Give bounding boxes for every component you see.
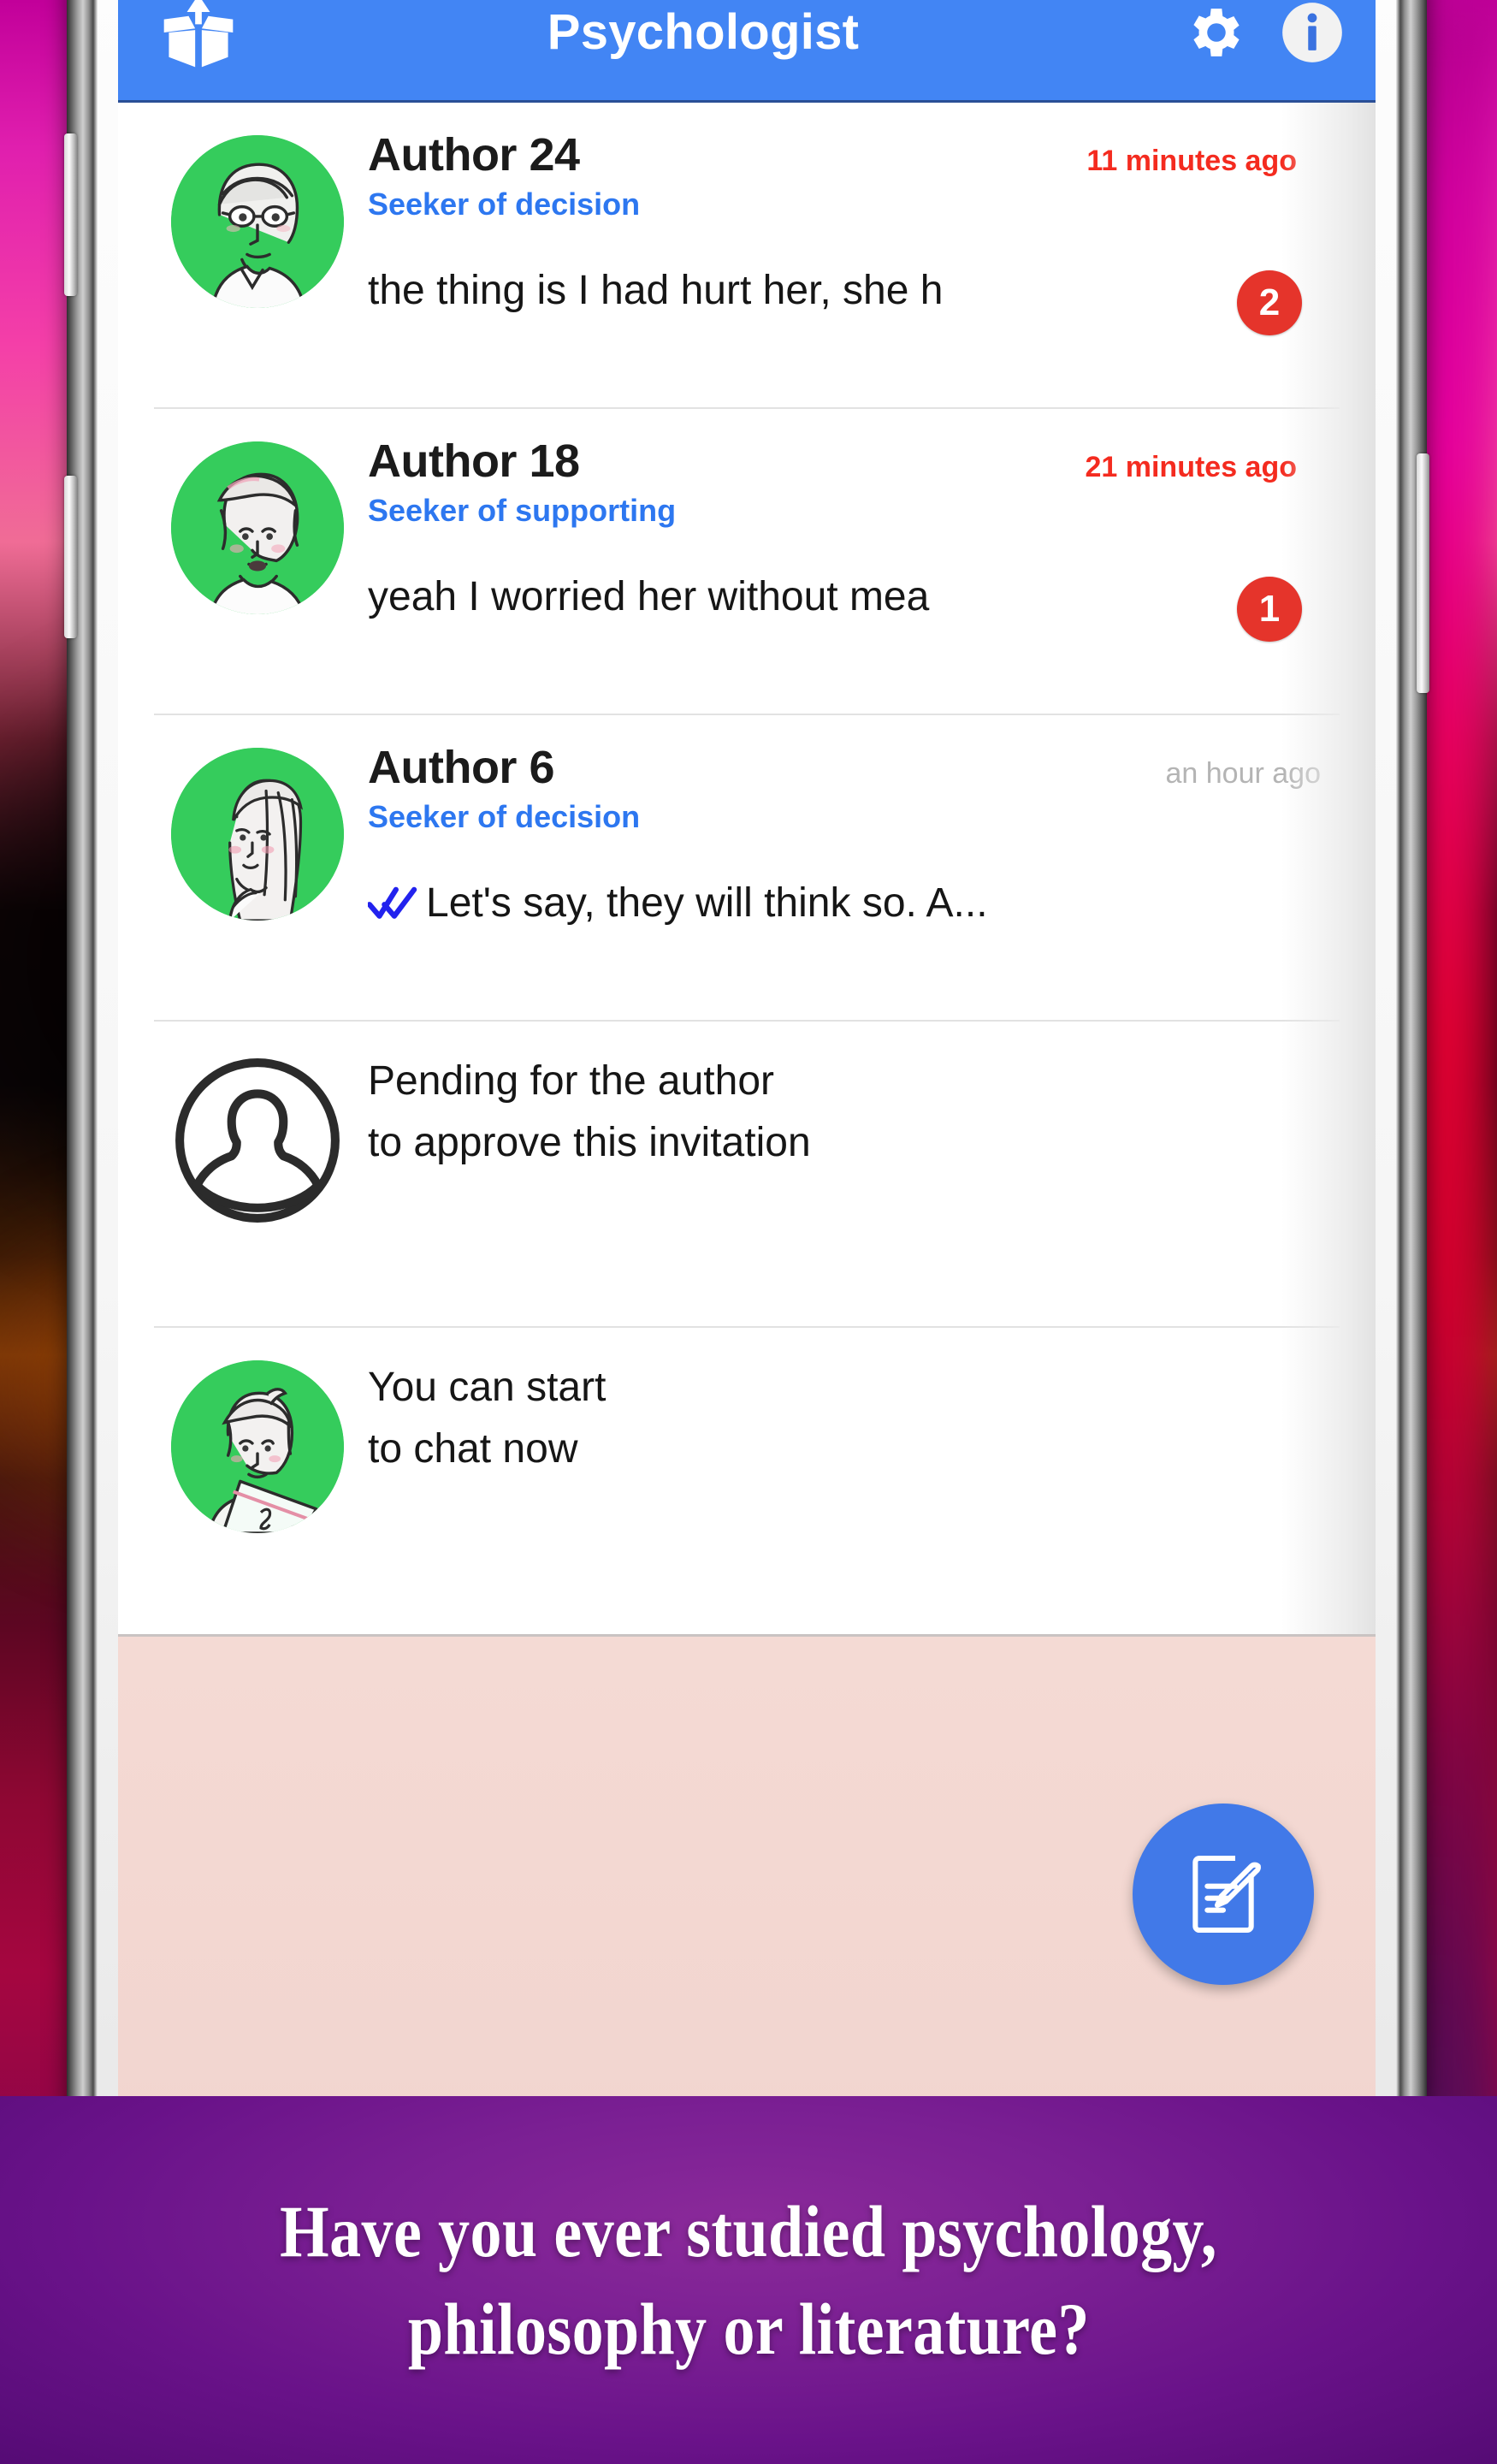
timestamp: 11 minutes ago [1086,145,1297,177]
person-placeholder-icon [171,1054,344,1227]
volume-down-button[interactable] [64,476,77,638]
author-name: Author 24 [368,129,580,181]
sketch-woman-long-hair-avatar [171,748,344,921]
message-preview-text: the thing is I had hurt her, she h [368,268,944,313]
gear-icon[interactable] [1184,0,1249,65]
timestamp: 21 minutes ago [1085,451,1297,483]
unread-badge: 2 [1237,270,1302,335]
conversation-body: Author 24 11 minutes ago Seeker of decis… [368,128,1340,314]
promo-caption-line1: Have you ever studied psychology, [280,2190,1217,2272]
phone-screen: Psychologist Author 24 11 minutes ago Se… [118,0,1376,2129]
screenshot-stage: Psychologist Author 24 11 minutes ago Se… [0,0,1497,2464]
start-chat-body: You can start to chat now [368,1353,1340,1477]
chat-empty-area [118,1634,1376,2129]
author-role: Seeker of decision [368,187,641,222]
author-role: Seeker of supporting [368,493,677,528]
message-preview-text: Let's say, they will think so. A... [426,880,988,926]
conversation-row[interactable]: Author 6 an hour ago Seeker of decision [154,715,1340,1022]
start-chat-line2: to chat now [368,1425,578,1472]
promo-caption-band: Have you ever studied psychology, philos… [0,2096,1497,2464]
compose-note-pencil-icon[interactable] [1133,1804,1314,1985]
author-name: Author 18 [368,435,580,487]
conversation-body: Author 6 an hour ago Seeker of decision [366,741,1340,927]
sketch-woman-bandana-avatar [171,441,344,614]
author-role: Seeker of decision [368,799,641,834]
message-preview-text: yeah I worried her without mea [368,574,930,619]
volume-up-button[interactable] [64,133,77,296]
double-check-read-icon [366,885,417,922]
message-preview: yeah I worried her without mea [368,573,1334,620]
pending-invitation-line1: Pending for the author [368,1058,775,1104]
pending-invitation-body: Pending for the author to approve this i… [368,1047,1340,1170]
promo-caption-line2: philosophy or literature? [407,2288,1090,2370]
message-preview: the thing is I had hurt her, she h [368,267,1334,314]
info-circle-icon[interactable] [1280,0,1345,65]
app-bar-actions [1184,0,1345,65]
pending-invitation-row[interactable]: Pending for the author to approve this i… [154,1022,1340,1328]
conversation-row[interactable]: Author 18 21 minutes ago Seeker of suppo… [154,409,1340,715]
conversation-body: Author 18 21 minutes ago Seeker of suppo… [368,435,1340,620]
timestamp: an hour ago [1165,757,1322,790]
phone-mockup: Psychologist Author 24 11 minutes ago Se… [64,0,1429,2129]
start-chat-line1: You can start [368,1365,606,1410]
conversation-list: Author 24 11 minutes ago Seeker of decis… [118,103,1376,1634]
author-name: Author 6 [368,742,555,793]
sketch-woman-book-avatar [171,1360,344,1533]
app-title: Psychologist [547,4,860,60]
sketch-man-glasses-avatar [171,135,344,308]
start-chat-row[interactable]: You can start to chat now [154,1328,1340,1634]
app-bar: Psychologist [118,0,1376,103]
unread-badge: 1 [1237,577,1302,642]
pending-invitation-line2: to approve this invitation [368,1119,811,1165]
conversation-row[interactable]: Author 24 11 minutes ago Seeker of decis… [154,103,1340,409]
power-button[interactable] [1417,453,1429,693]
message-preview: Let's say, they will think so. A... [366,880,1334,927]
